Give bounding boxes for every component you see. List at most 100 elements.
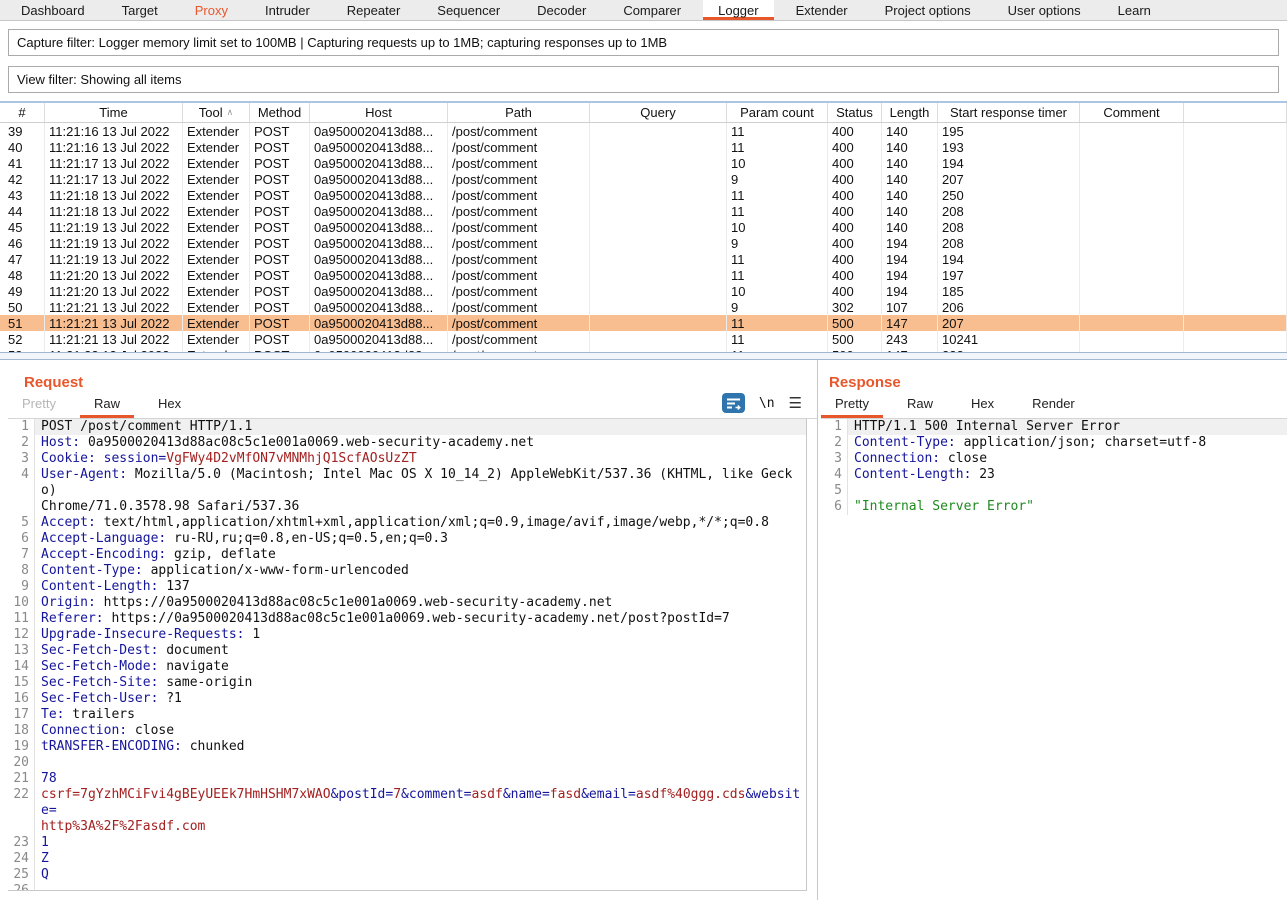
line-content: "Internal Server Error" — [847, 499, 1287, 515]
log-row-39[interactable]: 3911:21:16 13 Jul 2022ExtenderPOST0a9500… — [0, 123, 1287, 139]
horizontal-splitter[interactable] — [0, 352, 1287, 360]
log-row-48[interactable]: 4811:21:20 13 Jul 2022ExtenderPOST0a9500… — [0, 267, 1287, 283]
column-header-status[interactable]: Status — [828, 103, 882, 122]
column-header-comment[interactable]: Comment — [1080, 103, 1184, 122]
editor-menu-icon[interactable]: ☰ — [789, 394, 803, 412]
column-header-tool[interactable]: Tool∧ — [183, 103, 250, 122]
cell-time: 11:21:19 13 Jul 2022 — [45, 251, 183, 267]
cell-length: 140 — [882, 187, 938, 203]
request-tab-raw[interactable]: Raw — [80, 390, 134, 418]
log-row-50[interactable]: 5011:21:21 13 Jul 2022ExtenderPOST0a9500… — [0, 299, 1287, 315]
log-row-41[interactable]: 4111:21:17 13 Jul 2022ExtenderPOST0a9500… — [0, 155, 1287, 171]
response-tab-raw[interactable]: Raw — [893, 390, 947, 418]
line-number: 26 — [8, 883, 34, 891]
response-editor[interactable]: 1HTTP/1.1 500 Internal Server Error2Cont… — [821, 419, 1287, 515]
cell-method: POST — [250, 139, 310, 155]
cell-extra — [1184, 299, 1287, 315]
column-header-host[interactable]: Host — [310, 103, 448, 122]
cell-time: 11:21:21 13 Jul 2022 — [45, 331, 183, 347]
request-editor[interactable]: 1POST /post/comment HTTP/1.12Host: 0a950… — [8, 419, 807, 891]
cell-length: 147 — [882, 315, 938, 331]
request-line-5: 5Accept: text/html,application/xhtml+xml… — [8, 515, 806, 531]
cell-method: POST — [250, 331, 310, 347]
log-row-52[interactable]: 5211:21:21 13 Jul 2022ExtenderPOST0a9500… — [0, 331, 1287, 347]
cell-blank: 42 — [0, 171, 45, 187]
line-content: Accept-Language: ru-RU,ru;q=0.8,en-US;q=… — [34, 531, 806, 547]
column-header-method[interactable]: Method — [250, 103, 310, 122]
cell-tool: Extender — [183, 235, 250, 251]
log-row-43[interactable]: 4311:21:18 13 Jul 2022ExtenderPOST0a9500… — [0, 187, 1287, 203]
cell-host: 0a9500020413d88... — [310, 203, 448, 219]
cell-method: POST — [250, 187, 310, 203]
log-row-40[interactable]: 4011:21:16 13 Jul 2022ExtenderPOST0a9500… — [0, 139, 1287, 155]
log-row-45[interactable]: 4511:21:19 13 Jul 2022ExtenderPOST0a9500… — [0, 219, 1287, 235]
column-header-param-count[interactable]: Param count — [727, 103, 828, 122]
request-line-2: 2Host: 0a9500020413d88ac08c5c1e001a0069.… — [8, 435, 806, 451]
menu-tab-logger[interactable]: Logger — [703, 0, 773, 20]
column-header-time[interactable]: Time — [45, 103, 183, 122]
cell-param-count: 11 — [727, 347, 828, 352]
cell-path: /post/comment — [448, 299, 590, 315]
view-filter-bar[interactable]: View filter: Showing all items — [8, 66, 1279, 93]
menu-tab-proxy[interactable]: Proxy — [180, 0, 243, 20]
request-line-21: 2178 — [8, 771, 806, 787]
format-wrap-icon[interactable] — [722, 393, 745, 413]
column-header-start-response-timer[interactable]: Start response timer — [938, 103, 1080, 122]
cell-method: POST — [250, 283, 310, 299]
cell-comment — [1080, 235, 1184, 251]
line-number: 1 — [8, 419, 34, 435]
menu-tab-comparer[interactable]: Comparer — [608, 0, 696, 20]
cell-length: 140 — [882, 203, 938, 219]
log-row-51[interactable]: 5111:21:21 13 Jul 2022ExtenderPOST0a9500… — [0, 315, 1287, 331]
column-header-path[interactable]: Path — [448, 103, 590, 122]
menu-tab-user-options[interactable]: User options — [993, 0, 1096, 20]
capture-filter-bar[interactable]: Capture filter: Logger memory limit set … — [8, 29, 1279, 56]
menu-tab-sequencer[interactable]: Sequencer — [422, 0, 515, 20]
column-header-extra[interactable] — [1184, 103, 1287, 122]
menu-tab-target[interactable]: Target — [107, 0, 173, 20]
line-content: Upgrade-Insecure-Requests: 1 — [34, 627, 806, 643]
log-row-53[interactable]: 5311:21:22 13 Jul 2022ExtenderPOST0a9500… — [0, 347, 1287, 352]
cell-host: 0a9500020413d88... — [310, 171, 448, 187]
cell-length: 140 — [882, 171, 938, 187]
line-number: 7 — [8, 547, 34, 563]
request-subtabs: Pretty Raw Hex \n ☰ — [8, 391, 817, 419]
menu-tab-dashboard[interactable]: Dashboard — [6, 0, 100, 20]
request-line-16: 16Sec-Fetch-User: ?1 — [8, 691, 806, 707]
request-tab-hex[interactable]: Hex — [144, 390, 195, 418]
menu-tab-project-options[interactable]: Project options — [870, 0, 986, 20]
menu-tab-extender[interactable]: Extender — [781, 0, 863, 20]
cell-extra — [1184, 139, 1287, 155]
cell-start-response-timer: 195 — [938, 123, 1080, 139]
line-content: Content-Length: 23 — [847, 467, 1287, 483]
cell-query — [590, 203, 727, 219]
cell-path: /post/comment — [448, 283, 590, 299]
column-header-query[interactable]: Query — [590, 103, 727, 122]
cell-start-response-timer: 207 — [938, 315, 1080, 331]
cell-time: 11:21:19 13 Jul 2022 — [45, 235, 183, 251]
log-row-46[interactable]: 4611:21:19 13 Jul 2022ExtenderPOST0a9500… — [0, 235, 1287, 251]
cell-extra — [1184, 203, 1287, 219]
column-header-blank[interactable]: # — [0, 103, 45, 122]
cell-param-count: 10 — [727, 155, 828, 171]
menu-tab-learn[interactable]: Learn — [1103, 0, 1166, 20]
logger-table: #TimeTool∧MethodHostPathQueryParam count… — [0, 101, 1287, 352]
cell-blank: 52 — [0, 331, 45, 347]
log-row-44[interactable]: 4411:21:18 13 Jul 2022ExtenderPOST0a9500… — [0, 203, 1287, 219]
cell-blank: 41 — [0, 155, 45, 171]
newline-toggle-icon[interactable]: \n — [759, 396, 775, 411]
response-tab-pretty[interactable]: Pretty — [821, 390, 883, 418]
response-tab-hex[interactable]: Hex — [957, 390, 1008, 418]
cell-host: 0a9500020413d88... — [310, 219, 448, 235]
menu-tab-decoder[interactable]: Decoder — [522, 0, 601, 20]
menu-tab-intruder[interactable]: Intruder — [250, 0, 325, 20]
log-row-49[interactable]: 4911:21:20 13 Jul 2022ExtenderPOST0a9500… — [0, 283, 1287, 299]
cell-tool: Extender — [183, 251, 250, 267]
column-header-length[interactable]: Length — [882, 103, 938, 122]
log-row-42[interactable]: 4211:21:17 13 Jul 2022ExtenderPOST0a9500… — [0, 171, 1287, 187]
log-row-47[interactable]: 4711:21:19 13 Jul 2022ExtenderPOST0a9500… — [0, 251, 1287, 267]
cell-length: 107 — [882, 299, 938, 315]
request-tab-pretty[interactable]: Pretty — [8, 390, 70, 418]
response-tab-render[interactable]: Render — [1018, 390, 1089, 418]
menu-tab-repeater[interactable]: Repeater — [332, 0, 415, 20]
